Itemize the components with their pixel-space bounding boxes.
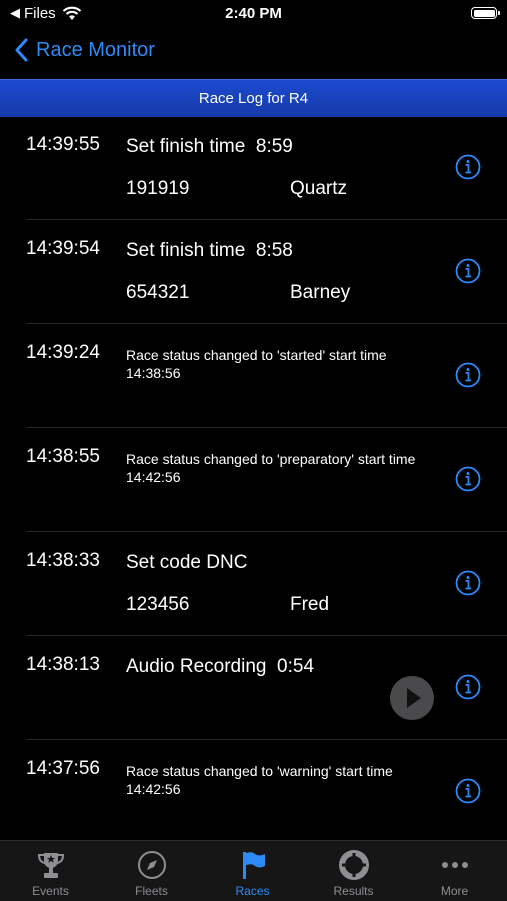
log-boat-id: 191919 bbox=[126, 178, 190, 199]
play-icon bbox=[407, 688, 421, 708]
status-bar: ◀ Files 2:40 PM bbox=[0, 0, 507, 30]
log-boat-id: 123456 bbox=[126, 594, 190, 615]
log-row[interactable]: 14:39:55 Set finish time 8:59 191919 Qua… bbox=[0, 116, 507, 220]
page-title: Race Log for R4 bbox=[0, 79, 507, 117]
log-row[interactable]: 14:39:24 Race status changed to 'started… bbox=[0, 324, 507, 428]
log-row[interactable]: 14:37:56 Race status changed to 'warning… bbox=[0, 740, 507, 840]
back-button-label[interactable]: Race Monitor bbox=[36, 39, 155, 62]
info-icon[interactable] bbox=[455, 570, 481, 596]
status-time: 2:40 PM bbox=[225, 5, 282, 22]
log-row[interactable]: 14:39:54 Set finish time 8:58 654321 Bar… bbox=[0, 220, 507, 324]
info-icon[interactable] bbox=[455, 778, 481, 804]
log-boat-id: 654321 bbox=[126, 282, 190, 303]
trophy-icon bbox=[37, 853, 64, 878]
log-action: Audio Recording 0:54 bbox=[126, 656, 315, 677]
tab-label: Fleets bbox=[135, 884, 168, 898]
tab-results[interactable]: Results bbox=[303, 841, 404, 901]
battery-icon bbox=[471, 7, 500, 19]
info-icon[interactable] bbox=[455, 674, 481, 700]
tab-fleets[interactable]: Fleets bbox=[101, 841, 202, 901]
log-time: 14:39:24 bbox=[26, 342, 100, 363]
tab-events[interactable]: Events bbox=[0, 841, 101, 901]
navigation-bar: Race Monitor bbox=[0, 30, 507, 78]
log-boat-name: Barney bbox=[290, 282, 351, 303]
log-time: 14:38:33 bbox=[26, 550, 100, 571]
tab-more[interactable]: More bbox=[404, 841, 505, 901]
tab-label: Races bbox=[235, 884, 270, 898]
log-time: 14:38:55 bbox=[26, 446, 100, 467]
back-button[interactable]: Race Monitor bbox=[14, 38, 155, 62]
more-dots-icon bbox=[441, 862, 468, 868]
flag-icon bbox=[242, 852, 265, 879]
tab-label: More bbox=[440, 884, 469, 898]
log-time: 14:39:55 bbox=[26, 134, 100, 155]
tab-races[interactable]: Races bbox=[202, 841, 303, 901]
log-row[interactable]: 14:38:55 Race status changed to 'prepara… bbox=[0, 428, 507, 532]
log-message: Race status changed to 'warning' start t… bbox=[126, 763, 393, 797]
info-icon[interactable] bbox=[455, 154, 481, 180]
log-message: Race status changed to 'preparatory' sta… bbox=[126, 451, 416, 485]
info-icon[interactable] bbox=[455, 466, 481, 492]
tab-label: Events bbox=[32, 884, 69, 898]
compass-icon bbox=[137, 851, 166, 879]
log-action: Set code DNC bbox=[126, 552, 248, 573]
log-row[interactable]: 14:38:33 Set code DNC 123456 Fred bbox=[0, 532, 507, 636]
info-icon[interactable] bbox=[455, 258, 481, 284]
log-message: Race status changed to 'started' start t… bbox=[126, 347, 387, 381]
log-action: Set finish time 8:58 bbox=[126, 240, 293, 261]
log-time: 14:39:54 bbox=[26, 238, 100, 259]
log-time: 14:37:56 bbox=[26, 758, 100, 779]
race-log-list[interactable]: 14:39:55 Set finish time 8:59 191919 Qua… bbox=[0, 116, 507, 840]
info-icon[interactable] bbox=[455, 362, 481, 388]
log-boat-name: Quartz bbox=[290, 178, 348, 199]
log-time: 14:38:13 bbox=[26, 654, 100, 675]
log-row[interactable]: 14:38:13 Audio Recording 0:54 bbox=[0, 636, 507, 740]
tab-label: Results bbox=[333, 884, 374, 898]
log-boat-name: Fred bbox=[290, 594, 330, 615]
tab-bar: Events Fleets Races Results More bbox=[0, 840, 507, 901]
log-action: Set finish time 8:59 bbox=[126, 136, 293, 157]
lifebuoy-icon bbox=[338, 850, 369, 880]
chevron-left-icon bbox=[15, 38, 28, 62]
play-audio-button[interactable] bbox=[390, 676, 434, 720]
